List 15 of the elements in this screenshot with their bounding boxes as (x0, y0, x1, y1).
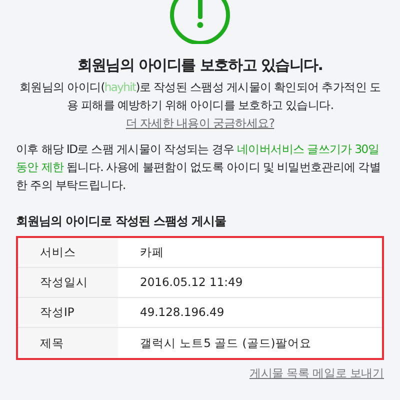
warning-icon (169, 0, 231, 44)
row-label: 제목 (18, 328, 118, 358)
intro-paragraph: 회원님의 아이디(hayhit)로 작성된 스팸성 게시물이 확인되어 추가적인 도용 피해를 예방하기 위해 아이디를 보호하고 있습니다. 더 자세한 내용이 궁금하세요? (18, 79, 382, 132)
row-value: 카페 (139, 244, 164, 262)
row-value: 2016.05.12 11:49 (139, 274, 243, 292)
page-title: 회원님의 아이디를 보호하고 있습니다. (76, 56, 324, 74)
row-label: 작성IP (18, 298, 118, 328)
section-title: 회원님의 아이디로 작성된 스팸성 게시물 (16, 214, 228, 228)
row-label: 서비스 (18, 238, 118, 268)
email-list-link[interactable]: 게시물 목록 메일로 보내기 (249, 366, 384, 380)
row-label: 작성일시 (18, 268, 118, 298)
more-info-link[interactable]: 더 자세한 내용이 궁금하세요? (126, 116, 274, 130)
notice-paragraph: 이후 해당 ID로 스팸 게시물이 작성되는 경우 네이버서비스 글쓰기가 30일 동안 제한 됩니다. 사용에 불편함이 없도록 아이디 및 비밀번호관리에 각별한 주의 부탁드립니다. (16, 141, 382, 194)
row-value: 49.128.196.49 (139, 304, 224, 322)
row-value: 갤럭시 노트5 골드 (골드)팔어요 (139, 334, 312, 352)
